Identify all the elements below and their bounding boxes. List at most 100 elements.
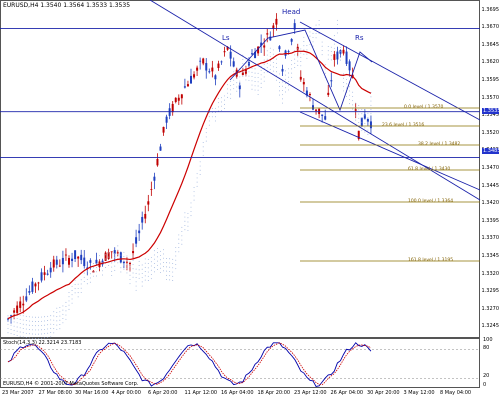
cloud-dot [184, 225, 186, 226]
candle-body [263, 45, 266, 48]
cloud-dot [99, 255, 100, 257]
cloud-dot [117, 262, 119, 264]
cloud-dot [282, 81, 283, 83]
cloud-dot [364, 131, 366, 133]
cloud-dot [294, 50, 296, 52]
cloud-dot [19, 327, 21, 329]
cloud-dot [330, 55, 332, 57]
cloud-dot [346, 79, 347, 81]
candle-body [40, 272, 43, 281]
cloud-dot [111, 275, 113, 276]
cloud-dot [132, 268, 134, 270]
candle-body [159, 146, 162, 151]
cloud-dot [153, 250, 155, 252]
candle-body [251, 53, 253, 55]
cloud-dot [361, 113, 363, 115]
cloud-dot [59, 307, 61, 309]
cloud-dot [22, 323, 24, 325]
cloud-dot [59, 328, 61, 330]
cloud-dot [358, 109, 360, 111]
cloud-dot [47, 315, 49, 317]
cloud-dot [315, 28, 317, 30]
cloud-dot [227, 96, 229, 98]
cloud-dot [138, 260, 140, 262]
cloud-dot [236, 73, 238, 75]
cloud-dot [248, 62, 250, 64]
cloud-dot [86, 274, 88, 276]
candle-body [302, 82, 305, 85]
cloud-dot [44, 333, 46, 335]
time-tick-label: 6 Apr 20:00 [148, 390, 178, 396]
cloud-dot [150, 273, 152, 275]
cloud-dot [364, 118, 366, 120]
cloud-dot [187, 229, 189, 231]
cloud-dot [187, 221, 189, 223]
cloud-dot [65, 301, 67, 303]
cloud-dot [358, 117, 360, 119]
cloud-dot [89, 273, 91, 275]
cloud-dot [291, 64, 293, 66]
cloud-dot [41, 316, 42, 318]
candle-body [177, 97, 180, 101]
cloud-dot [230, 85, 232, 87]
cloud-dot [56, 311, 58, 313]
cloud-dot [169, 275, 171, 277]
cloud-dot [288, 80, 290, 82]
cloud-dot [44, 324, 46, 326]
cloud-dot [129, 278, 131, 280]
candle-body [275, 18, 278, 25]
cloud-dot [53, 323, 55, 325]
cloud-dot [38, 337, 39, 339]
cloud-dot [80, 291, 82, 293]
cloud-dot [120, 271, 122, 273]
cloud-dot [205, 140, 207, 142]
cloud-dot [233, 83, 235, 85]
cloud-dot [25, 320, 27, 322]
cloud-dot [260, 78, 262, 80]
cloud-dot [7, 328, 9, 329]
cloud-dot [263, 76, 265, 78]
candle-body [238, 85, 241, 90]
cloud-dot [272, 70, 274, 72]
cloud-dot [300, 48, 302, 50]
cloud-dot [114, 265, 116, 267]
cloud-dot [166, 279, 168, 280]
candle-body [135, 237, 138, 244]
cloud-dot [233, 88, 235, 90]
cloud-dot [120, 263, 122, 264]
cloud-dot [355, 119, 357, 121]
cloud-dot [102, 274, 104, 276]
cloud-dot [202, 142, 204, 144]
cloud-dot [56, 320, 58, 322]
cloud-dot [193, 199, 195, 201]
candle-body [324, 116, 327, 120]
cloud-dot [282, 94, 283, 96]
cloud-dot [251, 80, 253, 82]
cloud-dot [352, 95, 354, 97]
cloud-dot [62, 318, 64, 320]
cloud-dot [309, 31, 311, 33]
cloud-dot [181, 243, 183, 245]
cloud-dot [282, 98, 283, 100]
cloud-dot [230, 93, 232, 95]
cloud-dot [263, 72, 265, 74]
candle-body [354, 109, 357, 111]
candle-body [171, 103, 174, 113]
cloud-dot [74, 279, 76, 281]
cloud-dot [236, 90, 238, 92]
candle-body [71, 258, 74, 261]
cloud-dot [352, 108, 354, 110]
candle-body [19, 301, 22, 308]
cloud-dot [193, 191, 195, 193]
cloud-dot [135, 289, 137, 291]
candle-body [333, 54, 336, 60]
price-tick-label: 1.3470 [481, 165, 500, 171]
candle-body [183, 86, 186, 88]
cloud-dot [303, 41, 305, 42]
cloud-dot [224, 108, 225, 110]
cloud-dot [221, 105, 222, 107]
cloud-dot [132, 255, 134, 257]
cloud-dot [144, 258, 146, 260]
candle-body [89, 260, 92, 263]
cloud-dot [361, 109, 363, 110]
